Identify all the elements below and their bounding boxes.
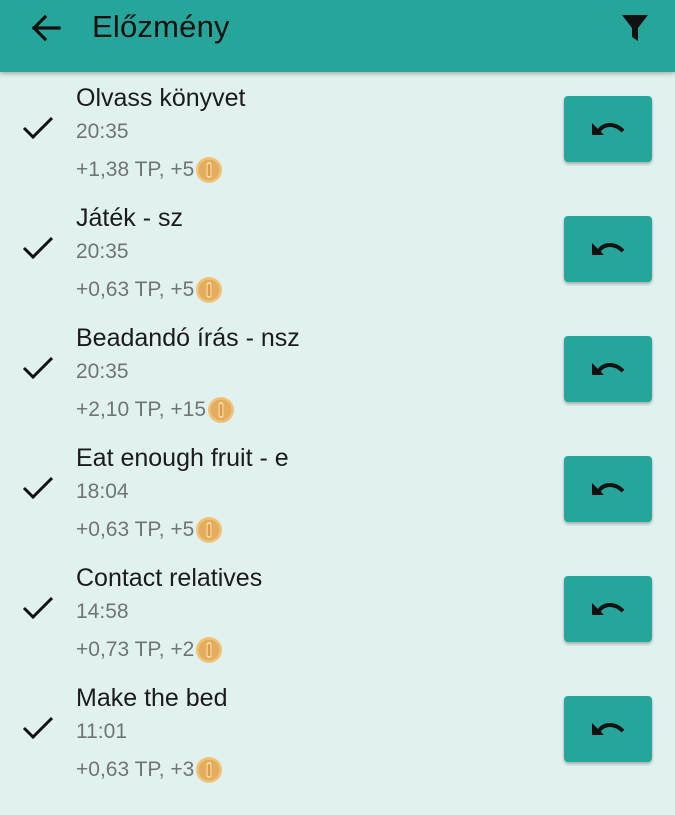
check-icon bbox=[22, 476, 54, 500]
history-item: Contact relatives 14:58 +0,73 TP, +2 bbox=[0, 552, 675, 672]
filter-icon bbox=[622, 15, 648, 41]
completion-time: 20:35 bbox=[76, 360, 129, 383]
check-icon bbox=[22, 596, 54, 620]
arrow-left-icon bbox=[31, 15, 61, 41]
undo-button[interactable] bbox=[564, 336, 652, 402]
undo-icon bbox=[592, 123, 625, 135]
check-icon bbox=[22, 356, 54, 380]
reward-text: +2,10 TP, +15 bbox=[76, 396, 235, 424]
reward-text: +1,38 TP, +5 bbox=[76, 156, 223, 184]
reward-text: +0,73 TP, +2 bbox=[76, 636, 223, 664]
completion-time: 14:58 bbox=[76, 600, 129, 623]
reward-text: +0,63 TP, +5 bbox=[76, 276, 223, 304]
reward-label: +2,10 TP, +15 bbox=[76, 398, 207, 421]
undo-icon bbox=[592, 483, 625, 495]
undo-button[interactable] bbox=[564, 696, 652, 762]
back-button[interactable] bbox=[20, 8, 72, 48]
app-bar: Előzmény bbox=[0, 0, 675, 72]
task-title: Játék - sz bbox=[76, 204, 183, 232]
undo-button[interactable] bbox=[564, 456, 652, 522]
undo-button[interactable] bbox=[564, 216, 652, 282]
reward-label: +0,63 TP, +3 bbox=[76, 758, 195, 781]
check-icon bbox=[22, 716, 54, 740]
history-item: Make the bed 11:01 +0,63 TP, +3 bbox=[0, 672, 675, 792]
completion-time: 20:35 bbox=[76, 240, 129, 263]
task-title: Make the bed bbox=[76, 684, 228, 712]
history-item: Játék - sz 20:35 +0,63 TP, +5 bbox=[0, 192, 675, 312]
coin-icon bbox=[208, 397, 235, 423]
coin-icon bbox=[196, 157, 223, 183]
reward-label: +0,63 TP, +5 bbox=[76, 518, 195, 541]
reward-label: +0,63 TP, +5 bbox=[76, 278, 195, 301]
completion-time: 11:01 bbox=[76, 720, 127, 743]
reward-text: +0,63 TP, +5 bbox=[76, 516, 223, 544]
check-icon bbox=[22, 236, 54, 260]
undo-button[interactable] bbox=[564, 96, 652, 162]
coin-icon bbox=[196, 277, 223, 303]
history-item: Eat enough fruit - e 18:04 +0,63 TP, +5 bbox=[0, 432, 675, 552]
task-title: Beadandó írás - nsz bbox=[76, 324, 300, 352]
task-title: Eat enough fruit - e bbox=[76, 444, 289, 472]
coin-icon bbox=[196, 517, 223, 543]
reward-label: +0,73 TP, +2 bbox=[76, 638, 195, 661]
completion-time: 18:04 bbox=[76, 480, 129, 503]
undo-button[interactable] bbox=[564, 576, 652, 642]
history-item: Beadandó írás - nsz 20:35 +2,10 TP, +15 bbox=[0, 312, 675, 432]
task-title: Olvass könyvet bbox=[76, 84, 246, 112]
undo-icon bbox=[592, 243, 625, 255]
undo-icon bbox=[592, 723, 625, 735]
undo-icon bbox=[592, 363, 625, 375]
completion-time: 20:35 bbox=[76, 120, 129, 143]
history-list: Olvass könyvet 20:35 +1,38 TP, +5 Játék … bbox=[0, 72, 675, 792]
filter-button[interactable] bbox=[612, 6, 658, 50]
reward-label: +1,38 TP, +5 bbox=[76, 158, 195, 181]
check-icon bbox=[22, 116, 54, 140]
task-title: Contact relatives bbox=[76, 564, 263, 592]
page-title: Előzmény bbox=[92, 9, 230, 44]
history-item: Olvass könyvet 20:35 +1,38 TP, +5 bbox=[0, 72, 675, 192]
reward-text: +0,63 TP, +3 bbox=[76, 756, 223, 784]
coin-icon bbox=[196, 757, 223, 783]
undo-icon bbox=[592, 603, 625, 615]
coin-icon bbox=[196, 637, 223, 663]
